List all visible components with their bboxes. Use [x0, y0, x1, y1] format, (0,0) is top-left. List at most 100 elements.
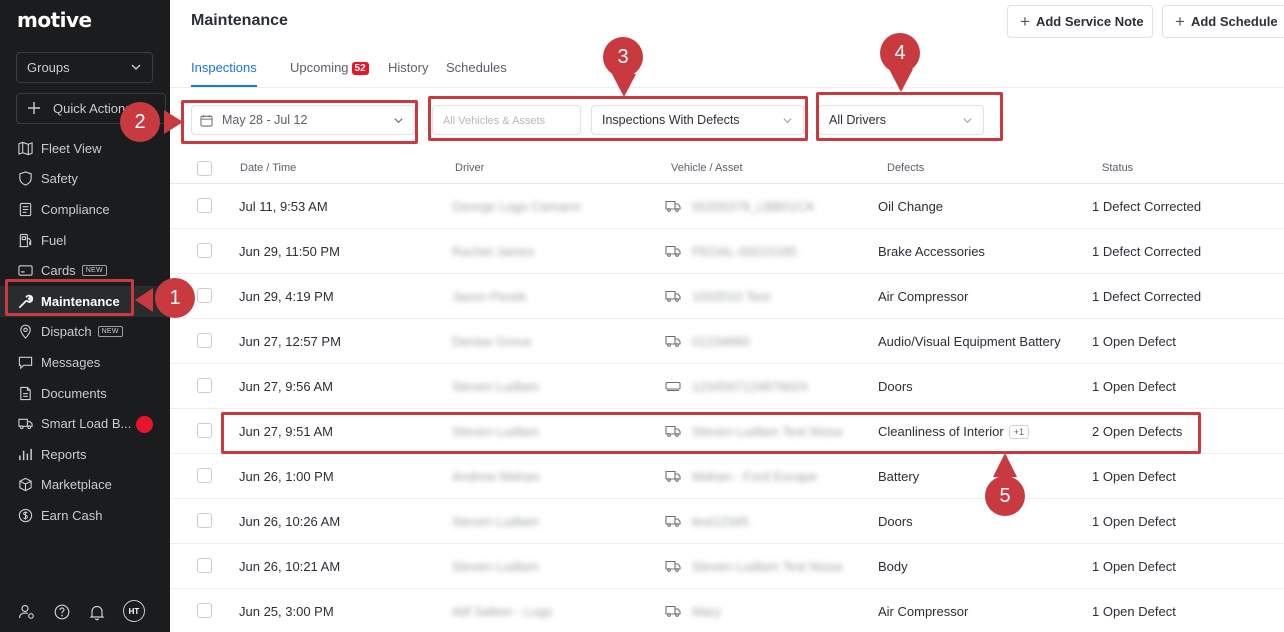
row-vehicle: Mary: [692, 604, 721, 619]
help-icon[interactable]: [53, 603, 71, 621]
sidebar-item-reports[interactable]: Reports: [0, 439, 170, 470]
truck-icon: [665, 335, 681, 347]
add-schedule-label: Add Schedule: [1190, 14, 1278, 29]
table-row[interactable]: Jun 29, 4:19 PM Jason Pexek 1002010 Test…: [170, 274, 1284, 319]
tab-inspections[interactable]: Inspections: [191, 60, 257, 75]
chat-icon: [18, 356, 33, 370]
dollar-icon: [18, 508, 33, 523]
sidebar-item-smart-load-board[interactable]: Smart Load B...: [0, 408, 170, 439]
row-checkbox[interactable]: [197, 513, 212, 528]
row-checkbox[interactable]: [197, 198, 212, 213]
divider: [170, 87, 1284, 88]
fuel-pump-icon: [19, 233, 32, 247]
table-row[interactable]: Jul 11, 9:53 AM George Logo Camann 00200…: [170, 184, 1284, 229]
add-service-note-label: Add Service Note: [1035, 14, 1144, 29]
row-vehicle: Mahan - Ford Escape: [692, 469, 818, 484]
column-header-driver[interactable]: Driver: [455, 162, 484, 174]
defects-filter-dropdown[interactable]: Inspections With Defects: [591, 105, 804, 135]
sidebar-item-safety[interactable]: Safety: [0, 164, 170, 195]
truck-icon: [665, 470, 681, 482]
wrench-icon: [19, 294, 33, 308]
truck-icon: [665, 290, 681, 302]
select-all-checkbox[interactable]: [197, 161, 212, 176]
row-driver: Rachel James: [452, 244, 535, 259]
motive-logo[interactable]: motive: [17, 8, 92, 32]
row-checkbox[interactable]: [197, 558, 212, 573]
row-status: 1 Defect Corrected: [1092, 244, 1202, 259]
sidebar-item-label: Dispatch: [41, 324, 92, 340]
vehicles-assets-filter[interactable]: All Vehicles & Assets: [432, 105, 581, 135]
sidebar-item-label: Cards: [41, 263, 76, 279]
tab-label: Upcoming: [290, 60, 349, 75]
sidebar-item-messages[interactable]: Messages: [0, 347, 170, 378]
date-range-value: May 28 - Jul 12: [222, 113, 308, 127]
bell-icon[interactable]: [88, 603, 106, 621]
drivers-filter-dropdown[interactable]: All Drivers: [818, 105, 984, 135]
table-row[interactable]: Jun 27, 9:56 AM Steven Ludlam 1234567124…: [170, 364, 1284, 409]
sidebar-nav: Fleet View Safety Compliance Fuel Cards …: [0, 133, 170, 531]
table-row[interactable]: Jun 26, 10:26 AM Steven Ludlam test12345…: [170, 499, 1284, 544]
row-driver: Denise Grove: [452, 334, 532, 349]
row-status: 1 Open Defect: [1092, 514, 1176, 529]
table-row[interactable]: Jun 27, 9:51 AM Steven Ludlam Steven Lud…: [170, 409, 1284, 454]
truck-icon: [665, 200, 681, 212]
row-defect: Air Compressor: [878, 604, 969, 619]
avatar[interactable]: HT: [123, 600, 145, 622]
row-defect: Doors: [878, 379, 913, 394]
quick-actions-label: Quick Actions: [53, 101, 132, 116]
row-status: 1 Defect Corrected: [1092, 199, 1202, 214]
user-settings-icon[interactable]: [18, 603, 36, 621]
row-driver: Andrew Mahan: [452, 469, 540, 484]
date-range-picker[interactable]: May 28 - Jul 12: [191, 105, 415, 135]
row-defect: Battery: [878, 469, 920, 484]
row-driver: Atif Safeer - Logs: [452, 604, 553, 619]
sidebar-item-earn-cash[interactable]: Earn Cash: [0, 500, 170, 531]
more-defects-badge[interactable]: +1: [1008, 425, 1029, 439]
row-vehicle: 1234567124876624: [692, 379, 808, 394]
page-title: Maintenance: [191, 12, 288, 29]
row-defect: Cleanliness of Interior: [878, 424, 1004, 439]
column-header-date[interactable]: Date / Time: [240, 162, 296, 174]
plus-icon: +: [1020, 11, 1030, 31]
notification-dot: [136, 416, 153, 434]
row-checkbox[interactable]: [197, 603, 212, 618]
sidebar-item-compliance[interactable]: Compliance: [0, 194, 170, 225]
row-date: Jun 29, 4:19 PM: [239, 289, 334, 304]
table-row[interactable]: Jun 29, 11:50 PM Rachel James PEDAL-0001…: [170, 229, 1284, 274]
new-badge: NEW: [81, 265, 107, 277]
truck-icon: [665, 605, 681, 617]
row-checkbox[interactable]: [197, 243, 212, 258]
row-defect: Body: [878, 559, 908, 574]
row-defect: Oil Change: [878, 199, 944, 214]
table-row[interactable]: Jun 26, 10:21 AM Steven Ludlam Steven Lu…: [170, 544, 1284, 589]
row-defect: Doors: [878, 514, 913, 529]
table-row[interactable]: Jun 27, 12:57 PM Denise Grove 01234880 A…: [170, 319, 1284, 364]
trailer-icon: [665, 381, 681, 392]
row-checkbox[interactable]: [197, 468, 212, 483]
column-header-defects[interactable]: Defects: [887, 162, 924, 174]
row-driver: Jason Pexek: [452, 289, 527, 304]
row-checkbox[interactable]: [197, 378, 212, 393]
tab-history[interactable]: History: [388, 60, 428, 75]
add-service-note-button[interactable]: + Add Service Note: [1007, 5, 1153, 38]
row-checkbox[interactable]: [197, 333, 212, 348]
tab-schedules[interactable]: Schedules: [446, 60, 507, 75]
sidebar-item-label: Marketplace: [41, 477, 112, 493]
table-row[interactable]: Jun 26, 1:00 PM Andrew Mahan Mahan - For…: [170, 454, 1284, 499]
sidebar-item-label: Maintenance: [41, 293, 120, 309]
sidebar-item-label: Earn Cash: [41, 507, 103, 523]
column-header-vehicle[interactable]: Vehicle / Asset: [671, 162, 743, 174]
table-row[interactable]: Jun 25, 3:00 PM Atif Safeer - Logs Mary …: [170, 589, 1284, 632]
tab-upcoming[interactable]: Upcoming 52: [290, 60, 369, 75]
shield-icon: [19, 171, 32, 187]
count-badge: 52: [351, 62, 369, 75]
sidebar-item-documents[interactable]: Documents: [0, 378, 170, 409]
map-icon: [18, 141, 33, 155]
row-date: Jul 11, 9:53 AM: [239, 199, 328, 214]
row-checkbox[interactable]: [197, 423, 212, 438]
add-schedule-button[interactable]: + Add Schedule: [1162, 5, 1284, 38]
groups-dropdown[interactable]: Groups: [16, 52, 153, 83]
sidebar-item-marketplace[interactable]: Marketplace: [0, 470, 170, 501]
sidebar-item-fuel[interactable]: Fuel: [0, 225, 170, 256]
column-header-status[interactable]: Status: [1102, 162, 1133, 174]
